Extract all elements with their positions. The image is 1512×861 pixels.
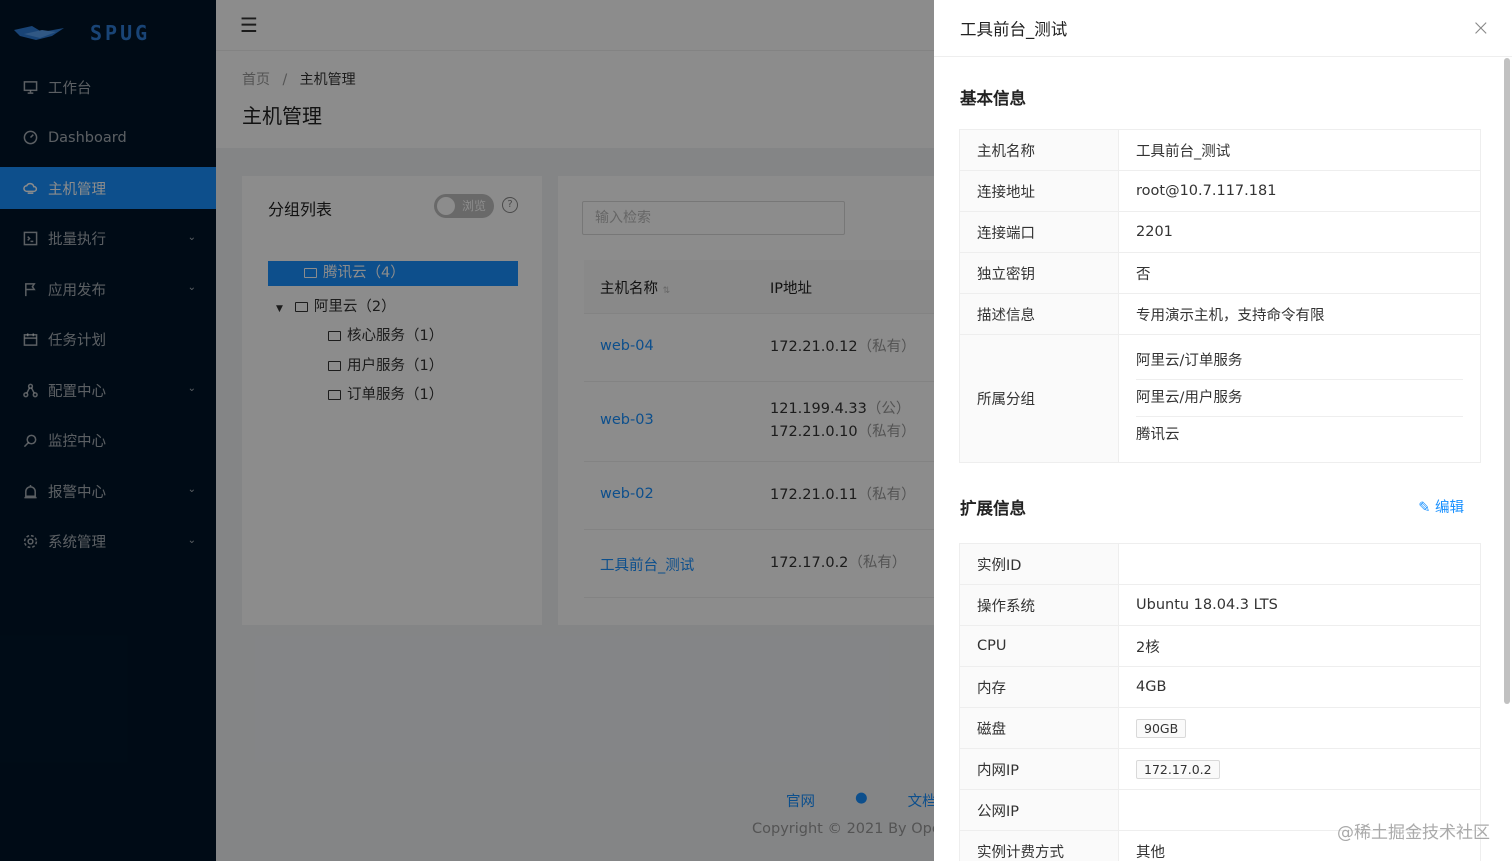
edit-label: 编辑: [1435, 500, 1464, 516]
ext-info-table: 实例ID 操作系统 Ubuntu 18.04.3 LTS CPU 2核 内存 4GB 磁盘 90…: [959, 543, 1481, 861]
info-key: 独立密钥: [960, 253, 1119, 293]
info-key: 磁盘: [960, 708, 1119, 748]
info-row: 主机名称 工具前台_测试: [960, 130, 1480, 171]
info-value: root@10.7.117.181: [1136, 183, 1277, 199]
info-key: CPU: [960, 626, 1119, 666]
info-key: 内存: [960, 667, 1119, 707]
info-row: 描述信息 专用演示主机，支持命令有限: [960, 294, 1480, 335]
info-value-text: 4GB: [1136, 679, 1167, 695]
value-tag: 172.17.0.2: [1136, 759, 1220, 779]
info-key: 操作系统: [960, 585, 1119, 625]
info-row: 磁盘 90GB: [960, 708, 1480, 749]
info-key: 主机名称: [960, 130, 1119, 170]
info-value: 172.17.0.2: [1119, 749, 1480, 789]
info-key: 实例ID: [960, 544, 1119, 584]
info-value: 2核: [1119, 626, 1480, 666]
info-key: 所属分组: [960, 335, 1119, 462]
info-row: 实例ID: [960, 544, 1480, 585]
host-detail-drawer: 工具前台_测试 × 基本信息 主机名称 工具前台_测试 连接地址 root@10.7.…: [934, 0, 1512, 861]
info-row: 内存 4GB: [960, 667, 1480, 708]
info-row: CPU 2核: [960, 626, 1480, 667]
info-value: Ubuntu 18.04.3 LTS: [1119, 585, 1480, 625]
info-value: 90GB: [1119, 708, 1480, 748]
info-key: 公网IP: [960, 790, 1119, 830]
info-row: 内网IP 172.17.0.2: [960, 749, 1480, 790]
info-value-text: 其他: [1136, 844, 1165, 861]
basic-info-title: 基本信息: [960, 89, 1026, 108]
group-item: 腾讯云: [1136, 427, 1180, 443]
info-key: 内网IP: [960, 749, 1119, 789]
info-row: 独立密钥否: [960, 253, 1480, 294]
drawer-header: 工具前台_测试 ×: [934, 0, 1512, 57]
close-icon[interactable]: ×: [1472, 16, 1490, 41]
info-key: 实例计费方式: [960, 831, 1119, 861]
value-tag: 90GB: [1136, 718, 1187, 738]
drawer-title: 工具前台_测试: [960, 20, 1068, 39]
info-row: 连接地址 root@10.7.117.181: [960, 171, 1480, 212]
info-row-groups: 所属分组 阿里云/订单服务 阿里云/用户服务腾讯云: [960, 335, 1480, 463]
group-list: 阿里云/订单服务 阿里云/用户服务腾讯云: [1119, 335, 1480, 462]
edit-icon: ✎: [1418, 500, 1431, 516]
info-value: 专用演示主机，支持命令有限: [1136, 307, 1325, 324]
group-item: 阿里云/订单服务: [1136, 343, 1463, 380]
scrollbar[interactable]: [1504, 58, 1510, 704]
basic-info-table: 主机名称 工具前台_测试 连接地址 root@10.7.117.181 连接端口 2201…: [959, 129, 1481, 463]
edit-button[interactable]: ✎ 编辑: [1418, 496, 1464, 517]
info-value: [1119, 544, 1480, 584]
info-key: 连接端口: [960, 212, 1119, 252]
info-row: 操作系统 Ubuntu 18.04.3 LTS: [960, 585, 1480, 626]
group-item: 阿里云/用户服务: [1136, 380, 1463, 417]
info-value: 工具前台_测试: [1136, 143, 1231, 160]
info-key: 描述信息: [960, 294, 1119, 334]
info-value: 否: [1136, 266, 1151, 283]
info-value: 4GB: [1119, 667, 1480, 707]
ext-info-title: 扩展信息: [960, 499, 1026, 518]
info-value-text: Ubuntu 18.04.3 LTS: [1136, 597, 1278, 613]
info-key: 连接地址: [960, 171, 1119, 211]
info-value: 2201: [1136, 224, 1173, 240]
watermark: @稀土掘金技术社区: [1337, 823, 1490, 843]
info-row: 连接端口 2201: [960, 212, 1480, 253]
info-value-text: 2核: [1136, 639, 1160, 656]
